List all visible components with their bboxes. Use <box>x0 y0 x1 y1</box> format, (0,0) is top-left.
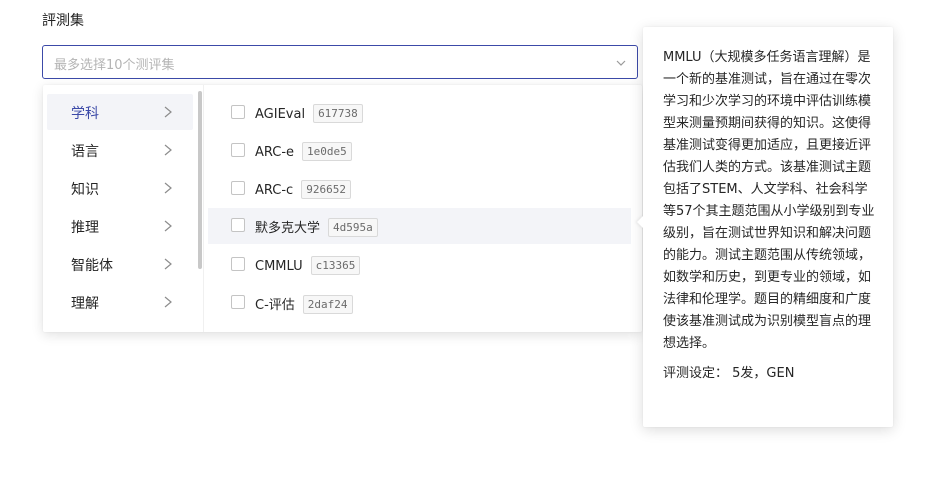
option-checkbox[interactable] <box>231 295 245 309</box>
option-name: C-评估 <box>255 298 295 313</box>
cascader-dropdown: 学科 语言 知识 推理 智能体 理解 AGIEval 617738 ARC-e … <box>43 85 801 332</box>
option-name: CMMLU <box>255 259 303 274</box>
option-checkbox[interactable] <box>231 218 245 232</box>
tooltip-description: MMLU（大规模多任务语言理解）是一个新的基准测试，旨在通过在零次学习和少次学习… <box>663 50 875 351</box>
option-name: AGIEval <box>255 107 306 122</box>
option-id-tag: c13365 <box>310 256 361 275</box>
chevron-right-icon <box>164 220 172 232</box>
option-id-tag: 4d595a <box>328 218 378 237</box>
option-checkbox[interactable] <box>231 181 245 195</box>
option-label: 默多克大学 4d595a <box>255 217 378 237</box>
option-panel: AGIEval 617738 ARC-e 1e0de5 ARC-c 926652 默多… <box>204 85 801 332</box>
setting-value: 5发，GEN <box>732 366 795 381</box>
option-checkbox[interactable] <box>231 143 245 157</box>
select-placeholder: 最多选择10个测评集 <box>54 58 175 73</box>
chevron-right-icon <box>164 296 172 308</box>
option-label: ARC-c 926652 <box>255 180 351 199</box>
eval-set-select[interactable]: 最多选择10个测评集 <box>42 45 638 79</box>
category-label: 语言 <box>71 144 99 160</box>
category-item-comprehension[interactable]: 理解 <box>47 284 193 320</box>
option-name: ARC-e <box>255 145 295 160</box>
option-item-cmmlu[interactable]: CMMLU c13365 <box>208 247 631 283</box>
category-label: 理解 <box>71 296 99 312</box>
setting-label: 评测设定： <box>663 366 729 381</box>
option-label: C-评估 2daf24 <box>255 294 353 314</box>
option-label: ARC-e 1e0de5 <box>255 142 352 161</box>
option-item-agieval[interactable]: AGIEval 617738 <box>208 95 631 131</box>
option-item-c-eval[interactable]: C-评估 2daf24 <box>208 285 631 321</box>
option-name: 默多克大学 <box>255 221 321 236</box>
category-item-reasoning[interactable]: 推理 <box>47 208 193 244</box>
description-tooltip: MMLU（大规模多任务语言理解）是一个新的基准测试，旨在通过在零次学习和少次学习… <box>637 27 893 427</box>
chevron-right-icon <box>164 182 172 194</box>
field-label: 評測集 <box>42 13 84 29</box>
option-id-tag: 617738 <box>313 104 363 123</box>
chevron-down-icon <box>616 60 626 66</box>
category-label: 智能体 <box>71 258 113 274</box>
option-label: CMMLU c13365 <box>255 256 361 275</box>
category-item-agent[interactable]: 智能体 <box>47 246 193 282</box>
option-id-tag: 926652 <box>301 180 351 199</box>
category-panel: 学科 语言 知识 推理 智能体 理解 <box>43 85 204 332</box>
option-id-tag: 2daf24 <box>302 295 353 314</box>
tooltip-setting: 评测设定： 5发，GEN <box>663 363 875 385</box>
category-label: 推理 <box>71 220 99 236</box>
chevron-right-icon <box>164 106 172 118</box>
option-id-tag: 1e0de5 <box>302 142 352 161</box>
option-item-arc-c[interactable]: ARC-c 926652 <box>208 171 631 207</box>
category-scrollbar[interactable] <box>198 91 202 269</box>
category-item-language[interactable]: 语言 <box>47 132 193 168</box>
option-item-arc-e[interactable]: ARC-e 1e0de5 <box>208 133 631 169</box>
option-checkbox[interactable] <box>231 257 245 271</box>
category-item-subject[interactable]: 学科 <box>47 94 193 130</box>
category-label: 知识 <box>71 182 99 198</box>
option-label: AGIEval 617738 <box>255 104 363 123</box>
option-checkbox[interactable] <box>231 105 245 119</box>
chevron-right-icon <box>164 144 172 156</box>
category-item-knowledge[interactable]: 知识 <box>47 170 193 206</box>
option-name: ARC-c <box>255 183 294 198</box>
category-label: 学科 <box>71 106 99 122</box>
option-item-murdoch[interactable]: 默多克大学 4d595a <box>208 208 631 244</box>
tooltip-arrow <box>637 215 644 229</box>
chevron-right-icon <box>164 258 172 270</box>
